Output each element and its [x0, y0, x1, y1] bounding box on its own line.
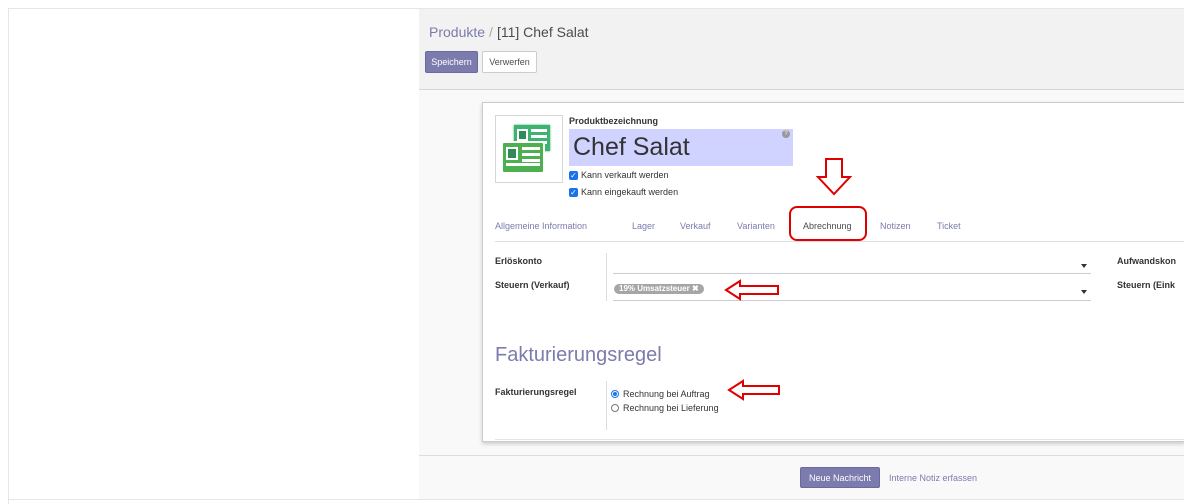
annotation-overlay	[724, 158, 867, 401]
left-arrow-annotation-icon	[727, 379, 780, 401]
down-arrow-annotation-icon	[815, 158, 853, 196]
highlight-box-annotation	[789, 206, 867, 241]
left-arrow-annotation-icon	[724, 279, 779, 301]
